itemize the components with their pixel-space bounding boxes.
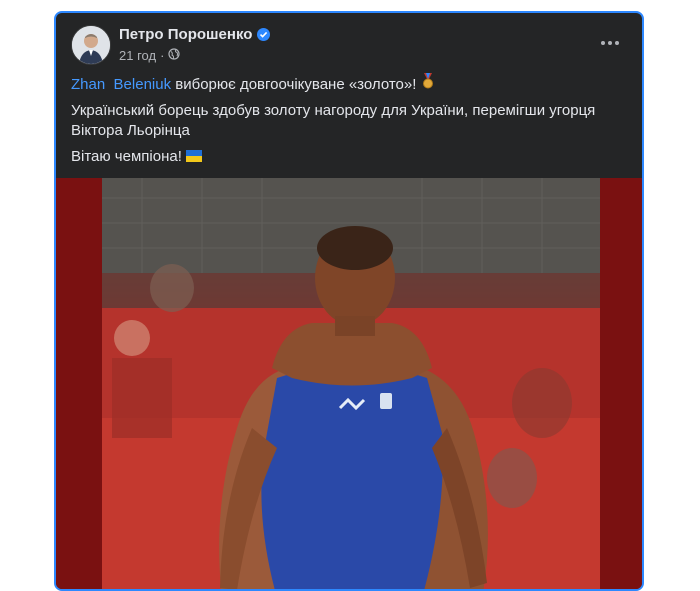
post-card: Петро Порошенко 21 год · Zhan Beleniuk в… (54, 11, 644, 591)
mention-link-first[interactable]: Zhan (71, 76, 105, 93)
post-meta: 21 год · (119, 48, 181, 63)
post-line-3-text: Вітаю чемпіона! (71, 148, 187, 165)
author-name-text[interactable]: Петро Порошенко (119, 26, 252, 43)
author-avatar[interactable] (71, 25, 111, 65)
medal-icon (421, 73, 435, 93)
post-line-1-text: виборює довгоочікуване «золото»! (171, 76, 421, 93)
post-text: Zhan Beleniuk виборює довгоочікуване «зо… (71, 73, 622, 173)
post-timestamp[interactable]: 21 год (119, 48, 156, 63)
post-media[interactable] (56, 178, 642, 589)
post-line-1: Zhan Beleniuk виборює довгоочікуване «зо… (71, 73, 622, 95)
meta-separator: · (160, 48, 165, 63)
post-line-2: Український борець здобув золоту нагород… (71, 102, 596, 139)
post-line-3: Вітаю чемпіона! (71, 147, 622, 167)
wrestler-photo[interactable] (102, 178, 600, 589)
globe-icon[interactable] (168, 48, 181, 63)
ukraine-flag-icon (186, 148, 203, 165)
author-name[interactable]: Петро Порошенко (119, 26, 271, 43)
mention-link-last[interactable]: Beleniuk (114, 76, 172, 93)
post-header: Петро Порошенко 21 год · (56, 13, 642, 75)
verified-badge-icon (257, 28, 271, 41)
more-options-icon[interactable] (598, 31, 622, 55)
